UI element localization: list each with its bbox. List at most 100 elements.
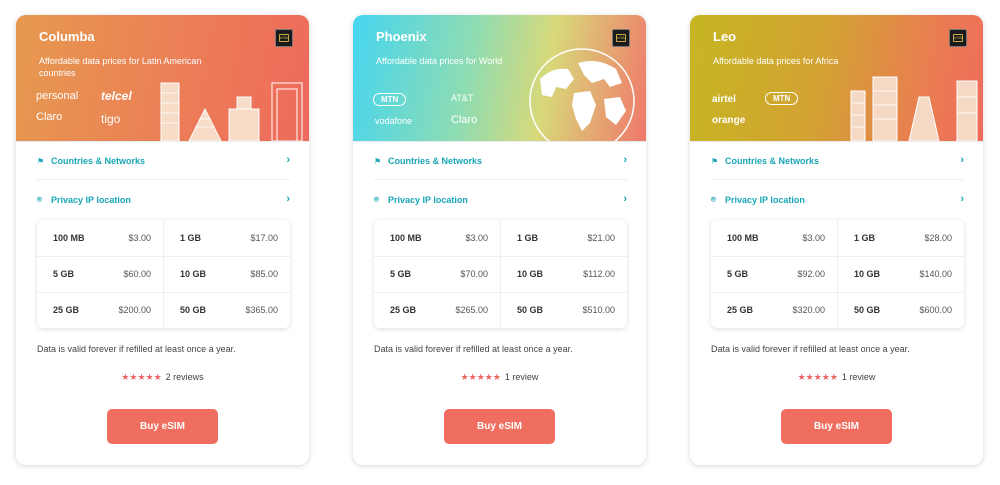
plan-option[interactable]: 10 GB $112.00 bbox=[501, 256, 627, 292]
plan-size: 100 MB bbox=[727, 233, 759, 243]
validity-note: Data is valid forever if refilled at lea… bbox=[37, 344, 236, 354]
esim-card-phoenix: Phoenix Affordable data prices for World… bbox=[353, 15, 646, 465]
plan-size: 10 GB bbox=[517, 269, 544, 279]
price-table: 100 MB $3.00 1 GB $28.00 5 GB $92.00 10 GB $… bbox=[711, 220, 964, 328]
divider bbox=[690, 141, 983, 142]
flag-icon: ⚑ bbox=[374, 156, 382, 166]
star-rating-icon: ★★★★★ bbox=[460, 372, 501, 382]
plan-option[interactable]: 50 GB $365.00 bbox=[164, 292, 290, 328]
star-rating-icon: ★★★★★ bbox=[121, 372, 162, 382]
plan-option[interactable]: 5 GB $70.00 bbox=[374, 256, 500, 292]
cityscape-illustration bbox=[160, 82, 303, 141]
card-description: Affordable data prices for Africa bbox=[713, 56, 839, 66]
rating[interactable]: ★★★★★ 1 review bbox=[690, 372, 983, 383]
card-banner: Columba Affordable data prices for Latin… bbox=[16, 15, 309, 141]
plan-price: $265.00 bbox=[455, 305, 488, 315]
plan-option[interactable]: 10 GB $140.00 bbox=[838, 256, 964, 292]
carrier-logo: telcel bbox=[101, 89, 132, 103]
divider bbox=[711, 179, 964, 180]
plan-option[interactable]: 100 MB $3.00 bbox=[711, 220, 837, 256]
carrier-logos: airtel MTN orange bbox=[710, 85, 830, 135]
globe-illustration bbox=[529, 48, 635, 141]
plan-size: 10 GB bbox=[854, 269, 881, 279]
countries-networks-link[interactable]: ⚑ Countries & Networks › bbox=[374, 152, 627, 170]
validity-note: Data is valid forever if refilled at lea… bbox=[711, 344, 910, 354]
plan-price: $70.00 bbox=[460, 269, 488, 279]
plan-size: 5 GB bbox=[390, 269, 412, 279]
esim-card-leo: Leo Affordable data prices for Africa eS… bbox=[690, 15, 983, 465]
plan-price: $60.00 bbox=[123, 269, 151, 279]
rating[interactable]: ★★★★★ 1 review bbox=[353, 372, 646, 383]
divider bbox=[37, 179, 290, 180]
carrier-logo: MTN bbox=[765, 92, 799, 105]
plan-size: 50 GB bbox=[180, 305, 207, 315]
plan-option[interactable]: 100 MB $3.00 bbox=[37, 220, 163, 256]
plan-option[interactable]: 5 GB $60.00 bbox=[37, 256, 163, 292]
plan-size: 25 GB bbox=[727, 305, 754, 315]
plan-size: 5 GB bbox=[727, 269, 749, 279]
plan-price: $3.00 bbox=[465, 233, 488, 243]
plan-option[interactable]: 25 GB $200.00 bbox=[37, 292, 163, 328]
chevron-right-icon: › bbox=[623, 154, 627, 166]
countries-networks-link[interactable]: ⚑ Countries & Networks › bbox=[37, 152, 290, 170]
card-banner: Leo Affordable data prices for Africa eS… bbox=[690, 15, 983, 141]
plan-price: $140.00 bbox=[919, 269, 952, 279]
carrier-logo: MTN bbox=[373, 93, 407, 106]
carrier-logo: Claro bbox=[451, 114, 478, 126]
carrier-logos: personal telcel Claro tigo bbox=[36, 85, 156, 135]
carrier-logos: MTN AT&T vodafone Claro bbox=[373, 85, 493, 135]
carrier-logo: tigo bbox=[101, 112, 121, 126]
plan-price: $365.00 bbox=[245, 305, 278, 315]
plan-price: $17.00 bbox=[250, 233, 278, 243]
plan-price: $21.00 bbox=[587, 233, 615, 243]
price-table: 100 MB $3.00 1 GB $17.00 5 GB $60.00 10 GB $… bbox=[37, 220, 290, 328]
chevron-right-icon: › bbox=[286, 193, 290, 205]
card-title: Phoenix bbox=[376, 29, 427, 44]
privacy-ip-label: Privacy IP location bbox=[725, 195, 805, 205]
plan-size: 5 GB bbox=[53, 269, 75, 279]
plan-option[interactable]: 1 GB $21.00 bbox=[501, 220, 627, 256]
plan-option[interactable]: 5 GB $92.00 bbox=[711, 256, 837, 292]
card-title: Columba bbox=[39, 29, 95, 44]
validity-note: Data is valid forever if refilled at lea… bbox=[374, 344, 573, 354]
location-pin-icon: ⌾ bbox=[711, 195, 716, 204]
divider bbox=[16, 141, 309, 142]
plan-price: $3.00 bbox=[128, 233, 151, 243]
flag-icon: ⚑ bbox=[37, 156, 45, 166]
buy-esim-button[interactable]: Buy eSIM bbox=[781, 409, 892, 444]
flag-icon: ⚑ bbox=[711, 156, 719, 166]
plan-option[interactable]: 50 GB $600.00 bbox=[838, 292, 964, 328]
carrier-logo: personal bbox=[36, 90, 79, 102]
plan-price: $600.00 bbox=[919, 305, 952, 315]
plan-option[interactable]: 1 GB $17.00 bbox=[164, 220, 290, 256]
reviews-count: 1 review bbox=[841, 372, 876, 382]
plan-option[interactable]: 25 GB $320.00 bbox=[711, 292, 837, 328]
plan-option[interactable]: 25 GB $265.00 bbox=[374, 292, 500, 328]
privacy-ip-location-link[interactable]: ⌾ Privacy IP location › bbox=[37, 191, 290, 209]
buy-esim-button[interactable]: Buy eSIM bbox=[107, 409, 218, 444]
countries-networks-link[interactable]: ⚑ Countries & Networks › bbox=[711, 152, 964, 170]
plan-size: 25 GB bbox=[390, 305, 417, 315]
plan-option[interactable]: 10 GB $85.00 bbox=[164, 256, 290, 292]
privacy-ip-label: Privacy IP location bbox=[388, 195, 468, 205]
countries-networks-label: Countries & Networks bbox=[388, 156, 483, 166]
plan-price: $3.00 bbox=[802, 233, 825, 243]
reviews-count: 1 review bbox=[504, 372, 539, 382]
plan-price: $320.00 bbox=[792, 305, 825, 315]
plan-size: 100 MB bbox=[390, 233, 422, 243]
plan-price: $85.00 bbox=[250, 269, 278, 279]
reviews-count: 2 reviews bbox=[165, 372, 204, 382]
rating[interactable]: ★★★★★ 2 reviews bbox=[16, 372, 309, 383]
plan-option[interactable]: 1 GB $28.00 bbox=[838, 220, 964, 256]
plan-size: 50 GB bbox=[517, 305, 544, 315]
card-title: Leo bbox=[713, 29, 737, 44]
countries-networks-label: Countries & Networks bbox=[51, 156, 146, 166]
privacy-ip-label: Privacy IP location bbox=[51, 195, 131, 205]
esim-chip-icon: eSIM bbox=[949, 29, 967, 47]
plan-option[interactable]: 100 MB $3.00 bbox=[374, 220, 500, 256]
privacy-ip-location-link[interactable]: ⌾ Privacy IP location › bbox=[374, 191, 627, 209]
plan-option[interactable]: 50 GB $510.00 bbox=[501, 292, 627, 328]
plan-size: 10 GB bbox=[180, 269, 207, 279]
privacy-ip-location-link[interactable]: ⌾ Privacy IP location › bbox=[711, 191, 964, 209]
buy-esim-button[interactable]: Buy eSIM bbox=[444, 409, 555, 444]
